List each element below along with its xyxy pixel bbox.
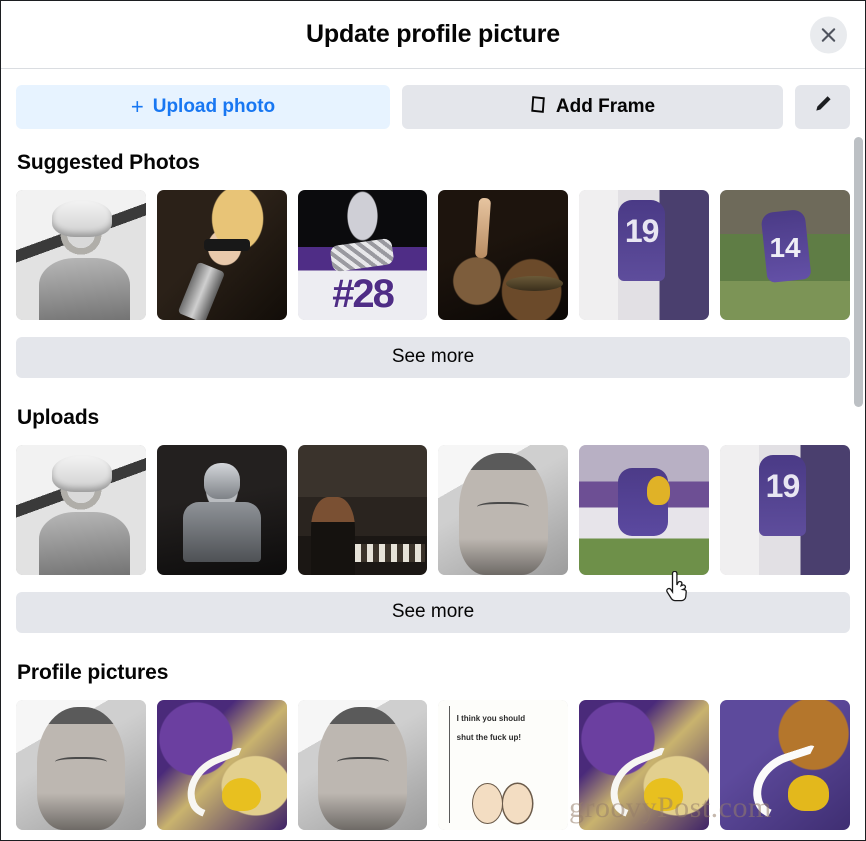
thumbnail-image — [438, 190, 569, 320]
thumb-mandalorian-armor[interactable] — [156, 444, 287, 575]
dialog-scroll-area[interactable]: + Upload photo Add Frame Suggested Photo… — [1, 69, 865, 840]
thumbnail-image — [720, 444, 850, 575]
comic-line-2: shut the fuck up! — [456, 733, 522, 743]
upload-photo-button[interactable]: + Upload photo — [16, 85, 390, 129]
section-title: Suggested Photos — [17, 151, 200, 174]
thumb-beanie-man-bw[interactable] — [16, 444, 146, 575]
thumb-beanie-man-bw[interactable] — [16, 190, 146, 320]
update-profile-picture-dialog: Update profile picture + Upload photo Ad… — [0, 0, 866, 841]
thumbnail-image — [579, 699, 710, 830]
section-title: Uploads — [17, 405, 100, 429]
thumb-blonde-singer[interactable] — [156, 190, 287, 320]
edit-button[interactable] — [795, 85, 850, 129]
thumb-thielen-19-back[interactable] — [579, 190, 710, 320]
thumb-chess-masked[interactable] — [297, 444, 428, 575]
comic-line-1: I think you should — [456, 713, 526, 723]
plus-icon: + — [130, 93, 144, 119]
thumbnail-image: I think you should shut the fuck up! — [438, 699, 569, 830]
thumbnail-image — [579, 190, 710, 320]
thumbnail-image — [720, 190, 850, 320]
thumbnail-image — [297, 444, 428, 575]
thumbnail-image — [16, 699, 146, 830]
thumb-player-28-chains[interactable] — [297, 190, 428, 320]
scrollbar-thumb[interactable] — [854, 137, 863, 407]
thumbnail-grid: I think you should shut the fuck up! — [16, 699, 850, 830]
section-title: Profile pictures — [17, 660, 169, 684]
thumbnail-image — [16, 444, 146, 575]
frame-icon — [530, 95, 547, 120]
section-profile-pictures: Profile pictures I think you should shut… — [16, 661, 850, 840]
thumb-thielen-19-back[interactable] — [720, 444, 850, 575]
thumbnail-image — [438, 444, 569, 575]
close-button[interactable] — [810, 16, 847, 53]
thumb-vikings-horn-swirl[interactable] — [579, 699, 710, 830]
thumbnail-image — [156, 190, 287, 320]
add-frame-label: Add Frame — [555, 96, 656, 117]
thumb-drummer-arm-raised[interactable] — [438, 190, 569, 320]
add-frame-button[interactable]: Add Frame — [402, 85, 783, 129]
thumb-hoodie-selfie-bw[interactable] — [297, 699, 428, 830]
thumb-vikings-horn-art[interactable] — [156, 699, 287, 830]
thumbnail-grid — [16, 444, 850, 575]
see-more-button-uploads[interactable]: See more — [16, 591, 850, 633]
thumbnail-image — [156, 444, 287, 575]
thumbnail-grid — [16, 190, 850, 320]
thumb-hoodie-selfie-bw[interactable] — [438, 444, 569, 575]
thumbnail-image — [16, 190, 146, 320]
section-uploads: Uploads See more — [16, 406, 850, 633]
thumb-hoodie-selfie-bw[interactable] — [16, 699, 146, 830]
pencil-icon — [813, 94, 833, 120]
thumbnail-image — [156, 699, 287, 830]
scrollbar-track[interactable] — [854, 69, 863, 840]
thumbnail-image — [297, 699, 428, 830]
thumb-comic-panel[interactable]: I think you should shut the fuck up! — [438, 699, 569, 830]
section-suggested-photos: Suggested Photos See more — [16, 151, 850, 378]
thumb-vikings-horn-helmet[interactable] — [720, 699, 850, 830]
page-title: Update profile picture — [306, 20, 560, 48]
thumb-kneeling-vikings-player[interactable] — [579, 444, 710, 575]
see-more-button-suggested[interactable]: See more — [16, 336, 850, 378]
action-row: + Upload photo Add Frame — [16, 85, 850, 129]
dialog-content: + Upload photo Add Frame Suggested Photo… — [1, 69, 865, 840]
dialog-header: Update profile picture — [1, 1, 865, 69]
thumbnail-image — [297, 190, 428, 320]
thumb-player-14-running[interactable] — [720, 190, 850, 320]
close-icon — [819, 25, 838, 44]
thumbnail-image — [720, 699, 850, 830]
thumbnail-image — [579, 444, 710, 575]
upload-photo-label: Upload photo — [152, 96, 276, 117]
